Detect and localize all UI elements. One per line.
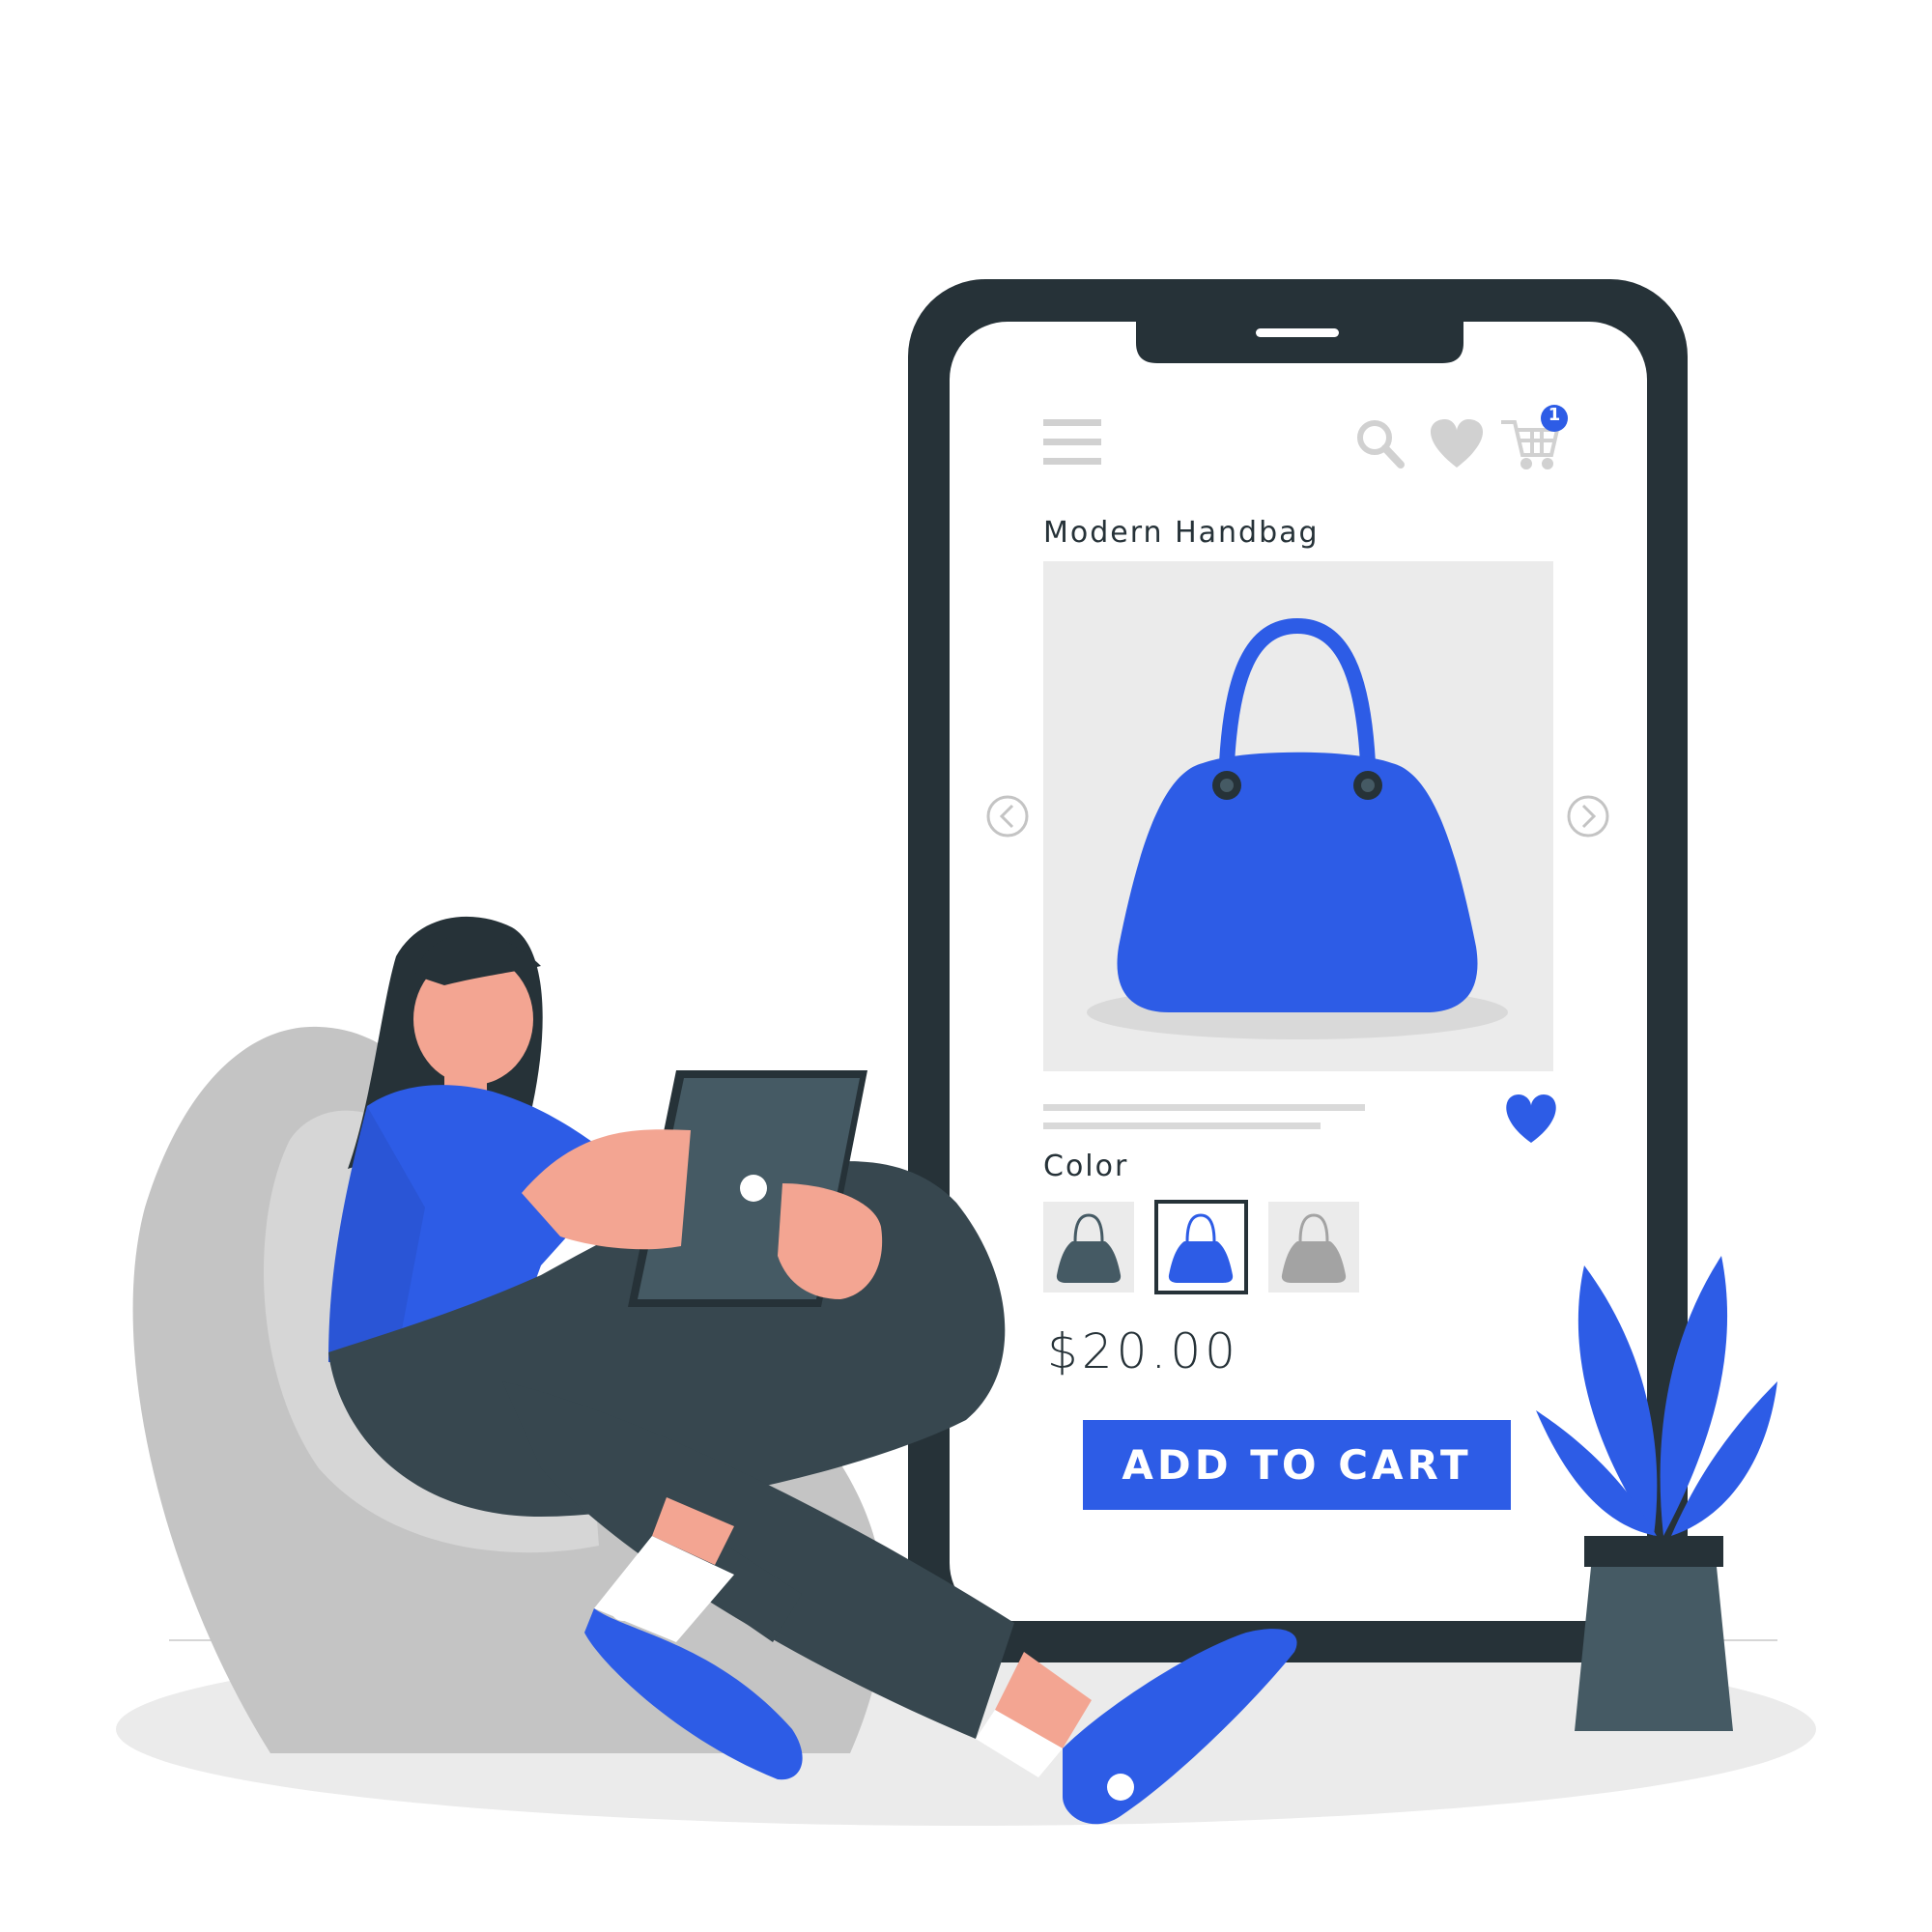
chevron-right-icon[interactable] — [1567, 795, 1609, 838]
product-price: $20.00 — [1047, 1323, 1239, 1379]
color-swatch-blue[interactable] — [1154, 1200, 1248, 1294]
illustration-stage: Modern Handbag 1 Color $20.00 ADD TO CAR… — [0, 0, 1932, 1932]
description-line — [1043, 1122, 1321, 1129]
cart-count-badge-label: 1 — [1548, 405, 1561, 425]
description-line — [1043, 1104, 1365, 1111]
product-title: Modern Handbag — [1043, 516, 1320, 550]
color-swatch-gray[interactable] — [1268, 1202, 1359, 1293]
scene-svg — [116, 279, 1816, 1826]
color-swatch-dark[interactable] — [1043, 1202, 1134, 1293]
add-to-cart-button[interactable]: ADD TO CART — [1083, 1420, 1511, 1510]
color-label: Color — [1043, 1150, 1129, 1183]
chevron-left-icon[interactable] — [986, 795, 1029, 838]
